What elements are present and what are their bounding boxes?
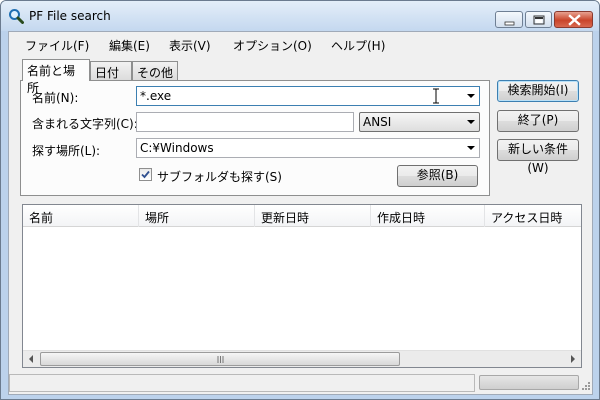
column-header-created[interactable]: 作成日時	[371, 205, 485, 227]
new-criteria-button[interactable]: 新しい条件(W)	[497, 139, 579, 175]
contains-label: 含まれる文字列(C):	[32, 117, 138, 131]
resize-grip-icon[interactable]	[579, 381, 591, 393]
column-header-location[interactable]: 場所	[139, 205, 255, 227]
tab-name-location[interactable]: 名前と場所	[22, 59, 90, 95]
menu-help[interactable]: ヘルプ(H)	[331, 37, 385, 54]
close-button[interactable]	[554, 11, 593, 28]
results-list[interactable]: 名前 場所 更新日時 作成日時 アクセス日時	[22, 204, 582, 368]
status-progress-bar	[479, 375, 579, 390]
scroll-left-icon[interactable]	[23, 351, 40, 367]
location-label: 探す場所(L):	[32, 144, 101, 158]
chevron-down-icon[interactable]	[467, 120, 475, 124]
maximize-icon	[533, 15, 545, 25]
column-header-name[interactable]: 名前	[23, 205, 139, 227]
subfolders-label[interactable]: サブフォルダも探す(S)	[157, 168, 282, 185]
window-title: PF File search	[29, 9, 111, 23]
column-header-accessed[interactable]: アクセス日時	[485, 205, 581, 227]
scrollbar-thumb[interactable]	[40, 352, 400, 366]
title-bar[interactable]: PF File search	[1, 1, 599, 31]
results-header: 名前 場所 更新日時 作成日時 アクセス日時	[23, 205, 581, 227]
location-combobox[interactable]: C:¥Windows	[136, 138, 480, 158]
name-value: *.exe	[140, 89, 172, 103]
minimize-button[interactable]	[495, 11, 523, 28]
maximize-button[interactable]	[525, 11, 552, 28]
subfolders-checkbox[interactable]	[139, 168, 152, 181]
close-icon	[568, 14, 581, 26]
start-search-button[interactable]: 検索開始(I)	[497, 80, 579, 102]
location-value: C:¥Windows	[140, 141, 214, 155]
exit-button[interactable]: 終了(P)	[497, 110, 579, 132]
encoding-select[interactable]: ANSI	[359, 112, 480, 132]
client-area: ファイル(F) 編集(E) 表示(V) オプション(O) ヘルプ(H) 名前と場…	[8, 31, 593, 395]
chevron-down-icon[interactable]	[467, 146, 475, 150]
app-window: PF File search ファイル(F) 編集(E) 表示(V) オプション…	[0, 0, 600, 400]
menu-view[interactable]: 表示(V)	[169, 37, 211, 54]
column-header-modified[interactable]: 更新日時	[255, 205, 371, 227]
scroll-right-icon[interactable]	[564, 351, 581, 367]
menu-bar: ファイル(F) 編集(E) 表示(V) オプション(O) ヘルプ(H)	[9, 34, 592, 56]
tab-other[interactable]: その他	[132, 61, 178, 80]
horizontal-scrollbar[interactable]	[23, 350, 581, 367]
menu-edit[interactable]: 編集(E)	[109, 37, 150, 54]
text-cursor-icon	[433, 88, 439, 104]
status-bar	[9, 372, 592, 394]
browse-button[interactable]: 参照(B)	[397, 165, 478, 187]
contains-input[interactable]	[136, 112, 354, 132]
encoding-value: ANSI	[363, 115, 392, 129]
magnifier-icon	[9, 9, 24, 24]
chevron-down-icon[interactable]	[467, 94, 475, 98]
tab-date[interactable]: 日付	[90, 61, 132, 80]
grip-icon	[217, 356, 224, 363]
menu-options[interactable]: オプション(O)	[233, 37, 312, 54]
checkmark-icon	[141, 170, 150, 179]
name-combobox[interactable]: *.exe	[136, 86, 480, 106]
minimize-icon	[504, 21, 515, 26]
menu-file[interactable]: ファイル(F)	[25, 37, 89, 54]
status-text-pane	[9, 374, 475, 392]
